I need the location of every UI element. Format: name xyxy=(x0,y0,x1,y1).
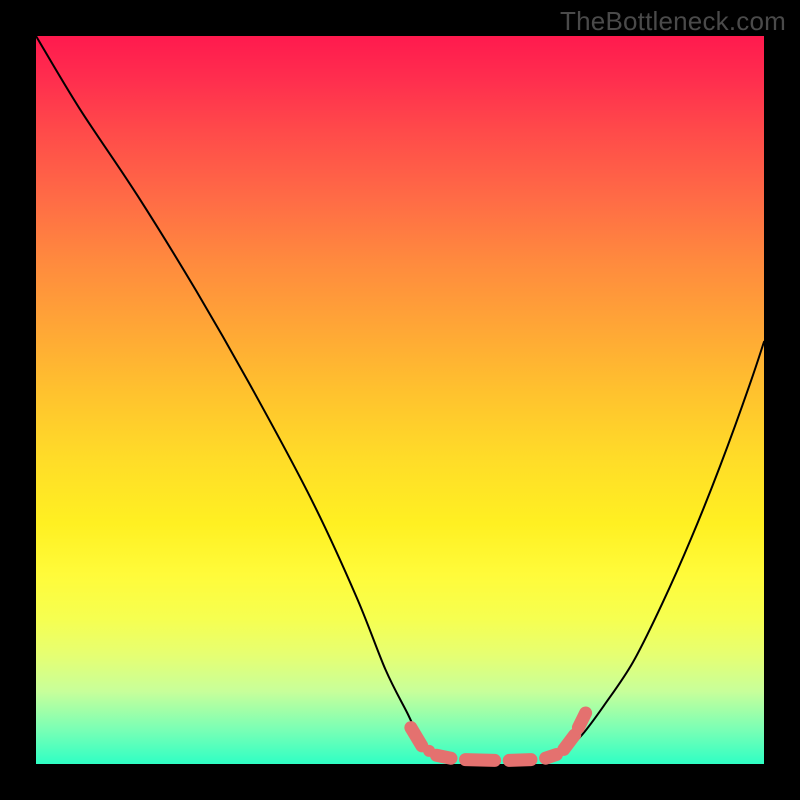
highlight-segment xyxy=(509,760,531,761)
highlight-segment xyxy=(411,728,422,746)
chart-plot-area xyxy=(36,36,764,764)
watermark-text: TheBottleneck.com xyxy=(560,6,786,37)
highlight-segment xyxy=(436,755,451,758)
curve-left-branch xyxy=(36,36,436,757)
chart-svg xyxy=(36,36,764,764)
highlight-segment xyxy=(546,755,557,759)
highlight-segment xyxy=(564,735,575,750)
highlight-segment xyxy=(578,713,585,728)
highlight-dot xyxy=(423,745,435,757)
curve-right-branch xyxy=(560,342,764,757)
highlight-segment xyxy=(466,760,495,761)
highlight-markers xyxy=(411,713,586,760)
